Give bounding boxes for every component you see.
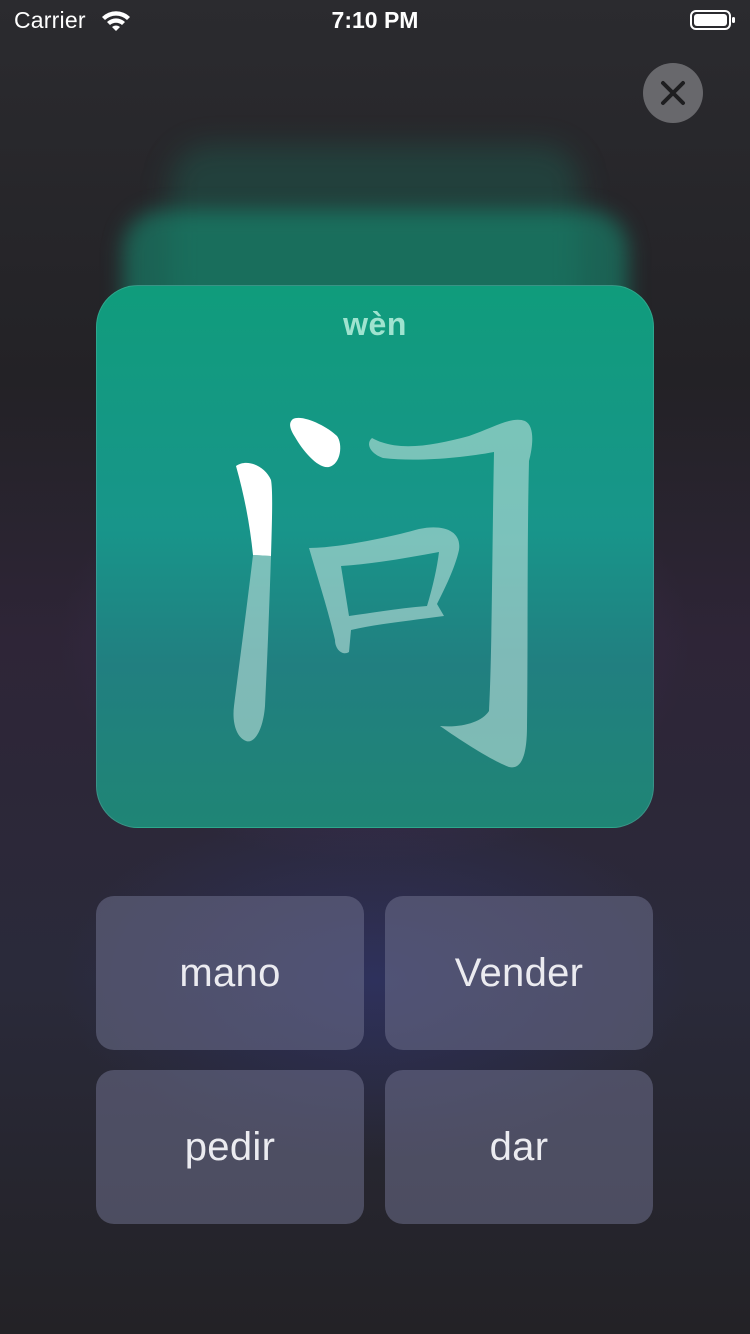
stroke-dot bbox=[290, 417, 341, 468]
character-strokes bbox=[233, 417, 533, 768]
answer-option-1[interactable]: mano bbox=[96, 896, 364, 1050]
stroke-frame-hook bbox=[369, 419, 533, 768]
answer-option-2[interactable]: Vender bbox=[385, 896, 653, 1050]
stroke-inner-box bbox=[309, 527, 460, 654]
stroke-left-vertical bbox=[233, 555, 271, 742]
answer-option-4[interactable]: dar bbox=[385, 1070, 653, 1224]
close-icon bbox=[661, 81, 685, 105]
answer-grid: mano Vender pedir dar bbox=[96, 896, 654, 1224]
answer-option-3[interactable]: pedir bbox=[96, 1070, 364, 1224]
close-button[interactable] bbox=[643, 63, 703, 123]
status-bar: Carrier 7:10 PM bbox=[0, 0, 750, 40]
flashcard[interactable]: wèn bbox=[96, 285, 654, 828]
battery-icon bbox=[690, 10, 735, 30]
clock: 7:10 PM bbox=[331, 7, 419, 33]
stroke-left-vertical-highlight bbox=[236, 462, 273, 556]
